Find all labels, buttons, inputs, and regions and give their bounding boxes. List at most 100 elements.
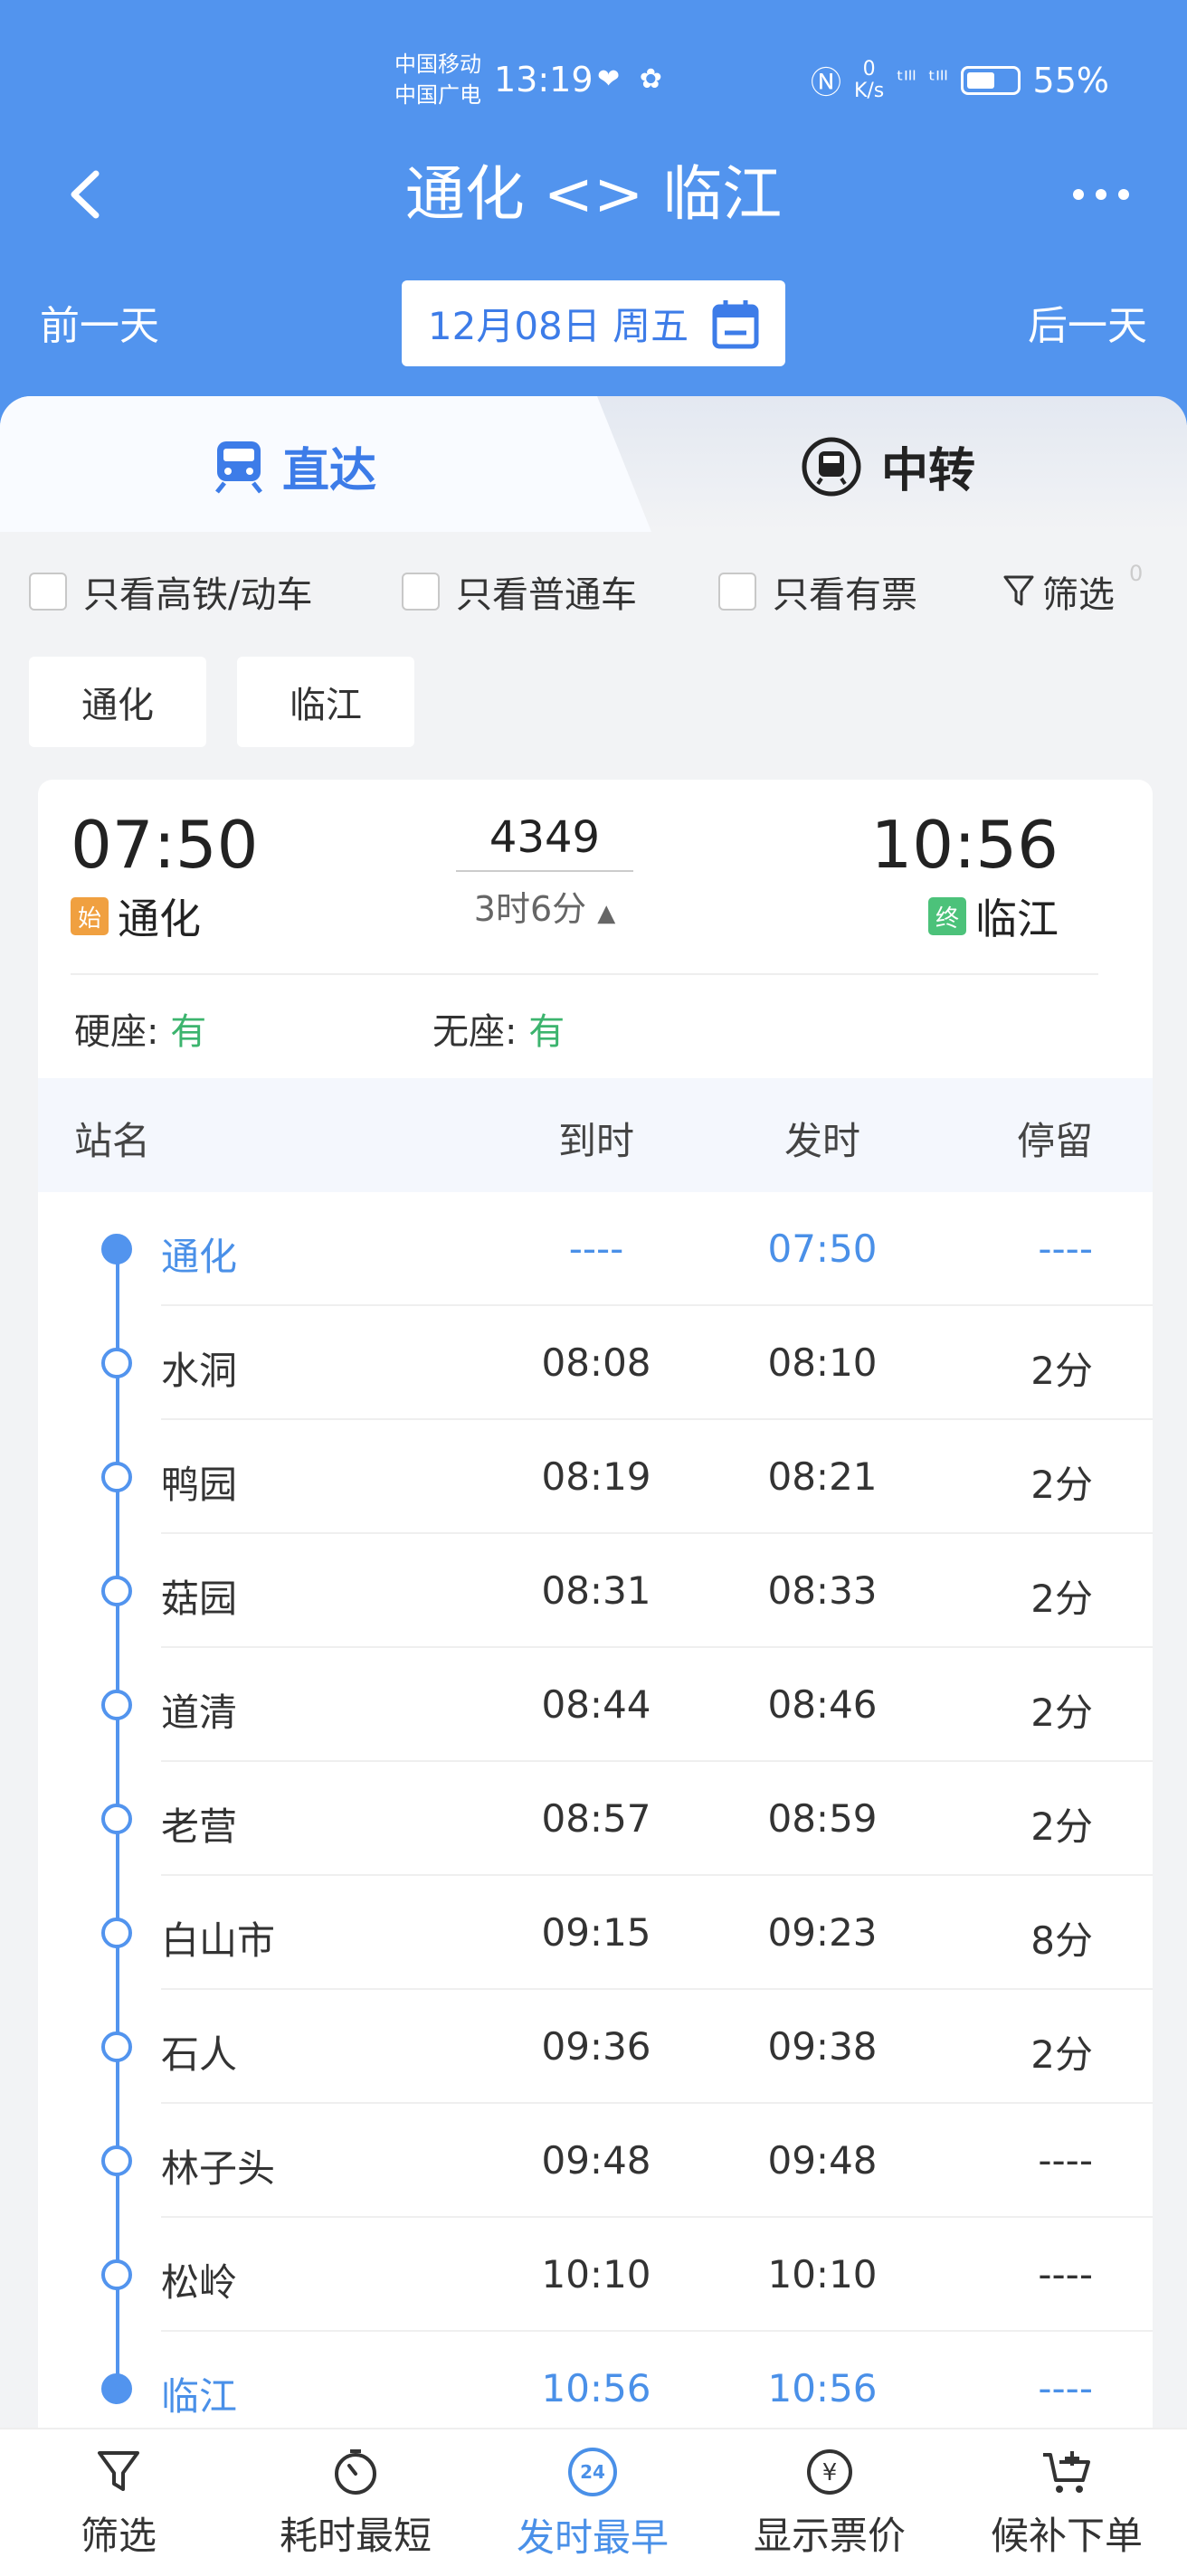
tab-direct[interactable]: 直达	[214, 432, 376, 500]
stop-row: 水洞 08:08 08:10 2分	[38, 1306, 1153, 1420]
clock-24-text: 24	[580, 2461, 605, 2483]
stop-stay: ----	[1038, 2252, 1093, 2297]
clock-24-icon: 24	[568, 2447, 617, 2496]
stop-stay: 2分	[1030, 1577, 1093, 1621]
seat-standing-label: 无座:	[432, 1011, 518, 1053]
checkbox-regular[interactable]	[402, 573, 440, 611]
seat-standing: 无座: 有	[432, 1002, 565, 1055]
stop-depart: 10:56	[767, 2366, 878, 2410]
checkbox-high-speed[interactable]	[29, 573, 67, 611]
stop-name: 白山市	[161, 1918, 276, 1963]
train-card: 07:50 始 通化 4349 3时6分 ▲ 10:56 终 临江 硬座: 有 …	[38, 780, 1153, 2480]
filter-has-ticket[interactable]: 只看有票	[718, 565, 917, 618]
stop-row: 白山市 09:15 09:23 8分	[38, 1876, 1153, 1990]
stop-name: 石人	[161, 2032, 238, 2077]
next-day-button[interactable]: 后一天	[1028, 293, 1147, 351]
back-arrow-icon[interactable]	[54, 163, 118, 226]
arrive-station: 终 临江	[928, 886, 1059, 946]
calendar-icon	[712, 299, 759, 348]
filter-regular[interactable]: 只看普通车	[402, 565, 637, 618]
stop-depart: 09:23	[767, 1910, 878, 1955]
stop-dot	[101, 1576, 132, 1606]
stop-row: 林子头 09:48 09:48 ----	[38, 2104, 1153, 2218]
bottom-waitlist-label: 候补下单	[990, 2513, 1143, 2558]
stop-arrive: 08:31	[541, 1568, 651, 1613]
stop-name: 水洞	[161, 1349, 238, 1393]
stop-dot	[101, 1234, 132, 1264]
stop-table-header: 站名 到时 发时 停留	[38, 1078, 1153, 1192]
stop-name: 通化	[161, 1235, 238, 1279]
bottom-filter-label: 筛选	[80, 2513, 157, 2558]
filter-row: 只看高铁/动车 只看普通车 只看有票 筛选 0	[0, 561, 1187, 620]
bottom-waitlist-button[interactable]: 候补下单	[948, 2429, 1185, 2576]
filter-button-label: 筛选	[1042, 574, 1115, 616]
stop-dot	[101, 1462, 132, 1492]
bottom-shortest-button[interactable]: 耗时最短	[237, 2429, 474, 2576]
stop-dot	[101, 1804, 132, 1834]
funnel-icon	[1003, 575, 1034, 606]
prev-day-button[interactable]: 前一天	[40, 293, 159, 351]
filter-button[interactable]: 筛选 0	[1002, 561, 1143, 618]
stop-name: 鸭园	[161, 1463, 238, 1507]
stop-name: 松岭	[161, 2260, 238, 2305]
header: 中国移动 中国广电 13:19 ❤ ✿ Ⓝ 0 K/s ᵗᴵˡˡ ᵗᴵˡˡ 55…	[0, 0, 1187, 425]
stop-arrive: 10:56	[541, 2366, 651, 2410]
stop-dot	[101, 1348, 132, 1378]
status-time: 13:19	[494, 60, 594, 99]
stop-arrive: 09:48	[541, 2138, 651, 2183]
stop-depart: 09:38	[767, 2024, 878, 2069]
transfer-train-icon	[802, 437, 861, 496]
filter-count: 0	[1129, 561, 1144, 586]
header-depart: 发时	[783, 1119, 860, 1163]
checkbox-has-ticket[interactable]	[718, 573, 756, 611]
bottom-price-button[interactable]: ¥ 显示票价	[711, 2429, 948, 2576]
stop-stay: 8分	[1030, 1918, 1093, 1963]
net-speed-value: 0	[862, 57, 876, 80]
depart-time: 07:50	[71, 807, 259, 883]
stop-depart: 08:33	[767, 1568, 878, 1613]
date-bar: 前一天 12月08日 周五 后一天	[0, 280, 1187, 366]
baidu-paw-icon: ✿	[639, 63, 662, 95]
stop-name: 菇园	[161, 1577, 238, 1621]
more-icon[interactable]	[1069, 172, 1133, 217]
stop-depart: 09:48	[767, 2138, 878, 2183]
stop-arrive: 08:57	[541, 1796, 651, 1841]
yen-icon: ¥	[807, 2448, 852, 2495]
nav-bar: 通化 <> 临江	[0, 154, 1187, 235]
stop-name: 老营	[161, 1804, 238, 1849]
bottom-toolbar: 筛选 耗时最短 24 发时最早 ¥ 显示票价 候补下单	[0, 2428, 1187, 2576]
depart-station: 始 通化	[71, 886, 201, 946]
cart-plus-icon	[1043, 2450, 1090, 2493]
header-stay: 停留	[1016, 1119, 1093, 1163]
stop-stay: ----	[1038, 2138, 1093, 2183]
station-chip-from[interactable]: 通化	[29, 657, 206, 747]
start-badge: 始	[71, 897, 109, 935]
card-divider	[71, 973, 1098, 975]
filter-high-speed[interactable]: 只看高铁/动车	[29, 565, 312, 618]
bottom-shortest-label: 耗时最短	[279, 2513, 432, 2558]
stop-dot	[101, 1690, 132, 1720]
duration-label: 3时6分	[473, 889, 587, 929]
header-station: 站名	[74, 1119, 151, 1163]
arrive-time: 10:56	[870, 807, 1059, 883]
bottom-earliest-button[interactable]: 24 发时最早	[474, 2429, 711, 2576]
depart-station-label: 通化	[118, 895, 201, 943]
stop-dot	[101, 1918, 132, 1948]
stop-name: 临江	[161, 2374, 238, 2419]
signal-5g-icon-2: ᵗᴵˡˡ	[928, 66, 948, 94]
date-picker[interactable]: 12月08日 周五	[402, 280, 785, 366]
train-number[interactable]: 4349	[456, 812, 633, 863]
stop-arrive: 09:15	[541, 1910, 651, 1955]
stop-arrive: 08:08	[541, 1340, 651, 1385]
train-duration[interactable]: 3时6分 ▲	[456, 881, 633, 931]
stop-row: 通化 ---- 07:50 ----	[38, 1192, 1153, 1306]
station-chips: 通化 临江	[29, 657, 414, 747]
stop-depart: 08:59	[767, 1796, 878, 1841]
caret-up-icon: ▲	[597, 900, 616, 927]
signal-5g-icon: ᵗᴵˡˡ	[897, 66, 916, 94]
tab-transfer[interactable]: 中转	[800, 432, 975, 500]
stop-name: 林子头	[161, 2146, 276, 2191]
station-chip-to[interactable]: 临江	[237, 657, 414, 747]
bottom-filter-button[interactable]: 筛选	[0, 2429, 237, 2576]
train-icon	[215, 440, 262, 494]
